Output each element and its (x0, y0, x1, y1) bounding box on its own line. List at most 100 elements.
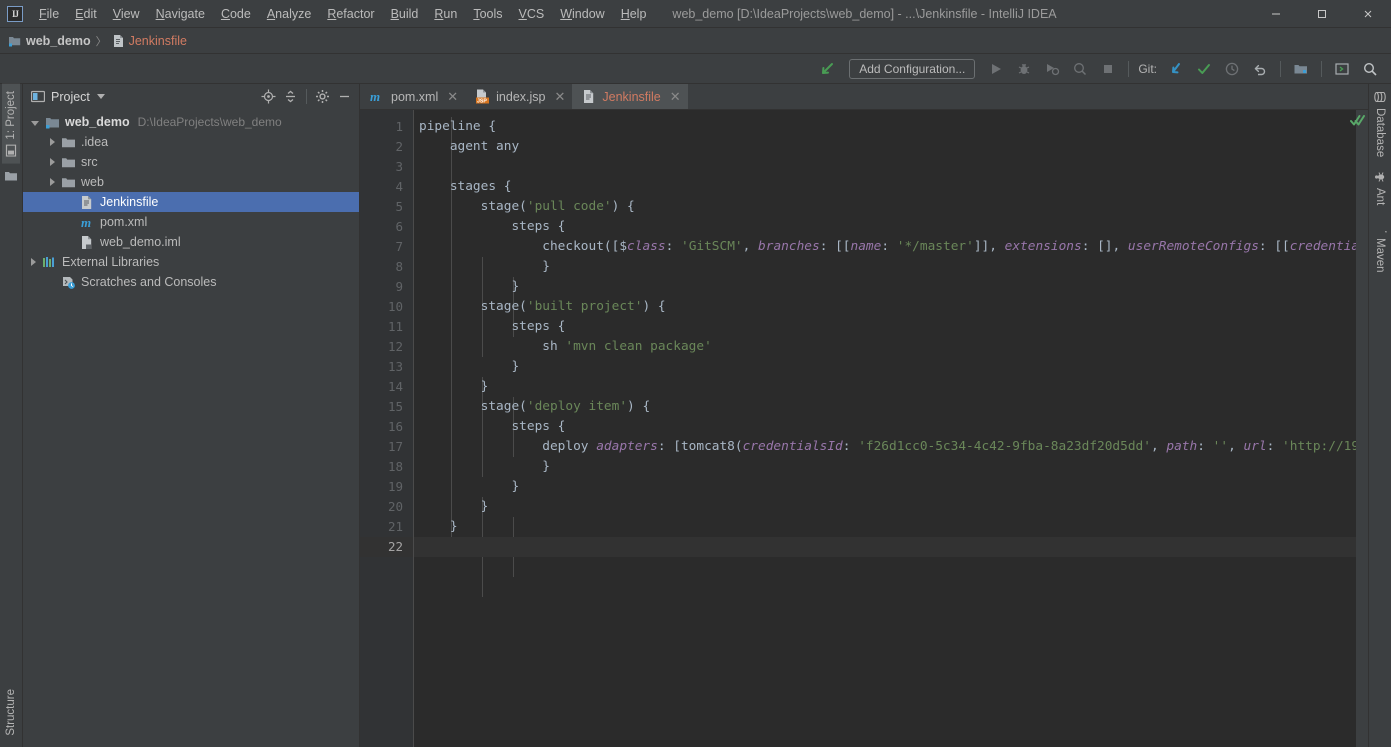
code-line[interactable]: } (414, 377, 1356, 397)
code-line[interactable]: } (414, 517, 1356, 537)
code-line[interactable]: checkout([$class: 'GitSCM', branches: [[… (414, 237, 1356, 257)
code-line[interactable] (414, 157, 1356, 177)
code-line[interactable]: stages { (414, 177, 1356, 197)
rollback-icon[interactable] (1247, 57, 1273, 81)
minimize-button[interactable] (1253, 0, 1299, 28)
menu-item-run[interactable]: Run (426, 4, 465, 24)
editor-tab-pom-xml[interactable]: m pom.xml ✕ (360, 84, 465, 109)
menu-item-refactor[interactable]: Refactor (319, 4, 382, 24)
line-number[interactable]: 18 (360, 457, 413, 477)
line-number[interactable]: 16 (360, 417, 413, 437)
code-line[interactable]: } (414, 357, 1356, 377)
terminal-icon[interactable] (1329, 57, 1355, 81)
line-number[interactable]: 13 (360, 357, 413, 377)
editor-tab-jenkinsfile[interactable]: Jenkinsfile ✕ (572, 84, 688, 109)
project-structure-icon[interactable] (1288, 57, 1314, 81)
tree-node-web-demo[interactable]: web_demo D:\IdeaProjects\web_demo (23, 112, 359, 132)
line-number[interactable]: 7 (360, 237, 413, 257)
chevron-right-icon[interactable] (31, 258, 36, 266)
line-number[interactable]: 20 (360, 497, 413, 517)
tool-window-tab-database[interactable]: Database (1371, 84, 1389, 164)
code-line[interactable]: deploy adapters: [tomcat8(credentialsId:… (414, 437, 1356, 457)
tree-node-web[interactable]: web (23, 172, 359, 192)
menu-item-view[interactable]: View (105, 4, 148, 24)
line-number[interactable]: 6 (360, 217, 413, 237)
code-line[interactable]: } (414, 477, 1356, 497)
code-line[interactable] (414, 537, 1356, 557)
line-number[interactable]: 19 (360, 477, 413, 497)
menu-item-edit[interactable]: Edit (67, 4, 105, 24)
code-line[interactable]: steps { (414, 417, 1356, 437)
chevron-down-icon[interactable] (31, 120, 39, 126)
code-line[interactable]: stage('built project') { (414, 297, 1356, 317)
line-number[interactable]: 12 (360, 337, 413, 357)
project-tree[interactable]: web_demo D:\IdeaProjects\web_demo .idea src… (23, 109, 359, 747)
menu-item-help[interactable]: Help (613, 4, 655, 24)
code-line[interactable]: steps { (414, 317, 1356, 337)
code-content[interactable]: pipeline { agent any stages { stage('pul… (413, 110, 1356, 747)
tree-node-idea[interactable]: .idea (23, 132, 359, 152)
code-line[interactable]: } (414, 497, 1356, 517)
analysis-ok-icon[interactable] (1350, 114, 1366, 128)
line-number[interactable]: 1 (360, 117, 413, 137)
editor-markup-rail[interactable] (1350, 110, 1368, 747)
close-icon[interactable]: ✕ (554, 90, 565, 103)
editor-gutter[interactable]: 1 2 3 4 5 6 7 8 9 10 11 12 13 14 15 16 17 18 19 20 21 22 (360, 110, 413, 747)
menu-item-code[interactable]: Code (213, 4, 259, 24)
search-everywhere-icon[interactable] (1357, 57, 1383, 81)
editor-tab-index-jsp[interactable]: JSP index.jsp ✕ (465, 84, 572, 109)
commit-icon[interactable] (1191, 57, 1217, 81)
tree-node-external-libraries[interactable]: External Libraries (23, 252, 359, 272)
tool-window-tab-ant[interactable]: Ant (1371, 164, 1389, 212)
update-project-icon[interactable] (1163, 57, 1189, 81)
close-icon[interactable]: ✕ (447, 90, 458, 103)
tree-node-src[interactable]: src (23, 152, 359, 172)
tree-node-scratches-and-consoles[interactable]: Scratches and Consoles (23, 272, 359, 292)
chevron-right-icon[interactable] (50, 158, 55, 166)
debug-icon[interactable] (1011, 57, 1037, 81)
hide-panel-icon[interactable] (334, 86, 355, 107)
menu-item-analyze[interactable]: Analyze (259, 4, 319, 24)
line-number[interactable]: 17 (360, 437, 413, 457)
line-number[interactable]: 11 (360, 317, 413, 337)
maximize-button[interactable] (1299, 0, 1345, 28)
code-line[interactable]: } (414, 257, 1356, 277)
code-line[interactable]: } (414, 277, 1356, 297)
menu-item-build[interactable]: Build (383, 4, 427, 24)
tool-window-tab-structure[interactable]: Structure (2, 682, 20, 743)
line-number[interactable]: 10 (360, 297, 413, 317)
line-number[interactable]: 8 (360, 257, 413, 277)
run-with-coverage-icon[interactable] (1039, 57, 1065, 81)
chevron-right-icon[interactable] (50, 178, 55, 186)
add-configuration-button[interactable]: Add Configuration... (849, 58, 976, 79)
tool-window-tab-maven[interactable]: m Maven (1371, 213, 1389, 280)
tree-node-jenkinsfile[interactable]: Jenkinsfile (23, 192, 359, 212)
history-icon[interactable] (1219, 57, 1245, 81)
close-icon[interactable]: ✕ (670, 90, 681, 103)
code-line[interactable]: } (414, 457, 1356, 477)
settings-gear-icon[interactable] (312, 86, 333, 107)
tool-window-tab-favorites[interactable] (4, 164, 18, 188)
line-number[interactable]: 4 (360, 177, 413, 197)
menu-item-tools[interactable]: Tools (465, 4, 510, 24)
breadcrumb-project[interactable]: web_demo (8, 34, 91, 48)
stop-icon[interactable] (1095, 57, 1121, 81)
profile-icon[interactable] (1067, 57, 1093, 81)
code-line[interactable]: sh 'mvn clean package' (414, 337, 1356, 357)
line-number[interactable]: 3 (360, 157, 413, 177)
code-line[interactable]: steps { (414, 217, 1356, 237)
line-number[interactable]: 15 (360, 397, 413, 417)
run-icon[interactable] (983, 57, 1009, 81)
tool-window-tab-project[interactable]: 1: Project (2, 84, 20, 164)
tree-node-pom-xml[interactable]: m pom.xml (23, 212, 359, 232)
menu-item-window[interactable]: Window (552, 4, 612, 24)
breadcrumb-file[interactable]: Jenkinsfile (112, 34, 187, 48)
menu-item-vcs[interactable]: VCS (511, 4, 553, 24)
green-arrow-icon[interactable] (815, 57, 841, 81)
code-line[interactable]: pipeline { (414, 117, 1356, 137)
chevron-right-icon[interactable] (50, 138, 55, 146)
collapse-all-icon[interactable] (280, 86, 301, 107)
close-button[interactable] (1345, 0, 1391, 28)
code-line[interactable]: stage('deploy item') { (414, 397, 1356, 417)
line-number[interactable]: 9 (360, 277, 413, 297)
